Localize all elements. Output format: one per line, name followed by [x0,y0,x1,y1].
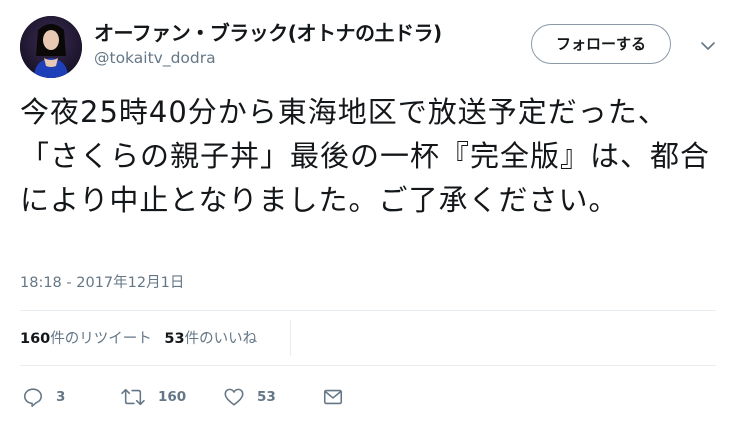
retweet-stat-label: 件のリツイート [50,331,152,347]
heart-icon [224,388,244,406]
user-handle[interactable]: @tokaitv_dodra [94,49,216,67]
like-count: 53 [257,389,276,405]
retweet-stat[interactable]: 160件のリツイート [20,331,152,347]
retweet-count: 160 [158,389,187,405]
envelope-icon [323,389,343,405]
timestamp[interactable]: 18:18 - 2017年12月1日 [20,271,184,292]
profile-photo-icon [20,16,82,78]
stat-divider [290,320,291,356]
divider [20,365,716,366]
like-stat[interactable]: 53件のいいね [164,331,257,347]
avatar[interactable] [20,16,82,78]
chevron-down-icon[interactable] [700,38,716,54]
reply-button[interactable]: 3 [22,384,65,410]
direct-message-button[interactable] [322,384,344,410]
tweet-text: 今夜25時40分から東海地区で放送予定だった、「さくらの親子丼」最後の一杯『完全… [20,95,711,217]
reply-count: 3 [56,389,66,405]
follow-button[interactable]: フォローする [531,24,671,64]
divider [20,310,716,311]
tweet-card: オーファン・ブラック(オトナの土ドラ) @tokaitv_dodra フォローす… [0,0,736,446]
display-name[interactable]: オーファン・ブラック(オトナの土ドラ) [94,17,442,46]
retweet-button[interactable]: 160 [120,384,186,410]
reply-icon [23,388,43,407]
retweet-stat-count: 160 [20,331,51,347]
like-button[interactable]: 53 [223,384,276,410]
engagement-stats: 160件のリツイート 53件のいいね [20,327,265,348]
like-stat-label: 件のいいね [184,331,258,347]
like-stat-count: 53 [164,331,185,347]
retweet-icon [121,388,145,406]
